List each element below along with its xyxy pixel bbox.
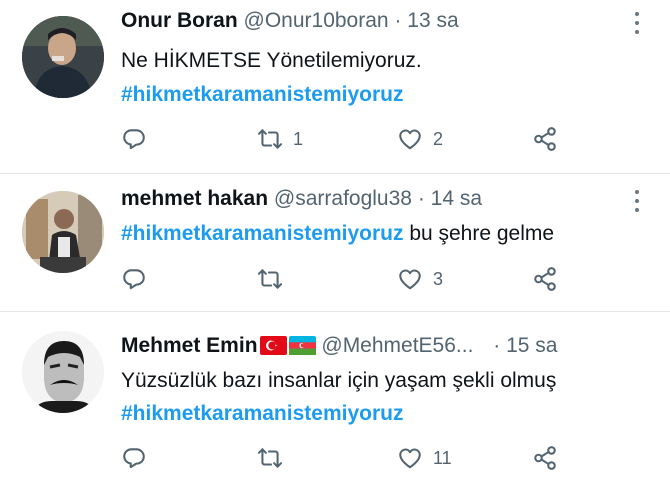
tweet-text-line: Ne HİKMETSE Yönetilemiyoruz. xyxy=(121,49,422,72)
retweet-button[interactable]: 1 xyxy=(257,125,303,153)
azerbaijan-flag xyxy=(288,336,316,355)
like-icon xyxy=(399,129,421,150)
tweet-header: mehmet hakan @sarrafoglu38 · 14 sa xyxy=(121,187,482,211)
like-icon xyxy=(399,269,421,290)
reply-button[interactable] xyxy=(121,125,157,153)
retweet-icon xyxy=(257,269,283,289)
hashtag-link[interactable]: #hikmetkaramanistemiyoruz xyxy=(121,83,403,106)
like-count: 3 xyxy=(433,268,444,289)
tweet-header: Onur Boran @Onur10boran · 13 sa xyxy=(121,9,459,33)
share-icon xyxy=(534,267,556,291)
like-button[interactable]: 3 xyxy=(397,265,443,293)
share-button[interactable] xyxy=(532,125,558,153)
tweet-text-line: Yüzsüzlük bazı insanlar için yaşam şekli… xyxy=(121,369,557,392)
reply-icon xyxy=(123,129,145,150)
tweet-actions: 3 xyxy=(121,265,561,293)
tweet-text: #hikmetkaramanistemiyoruz bu şehre gelme xyxy=(121,218,554,250)
tweet-text: Yüzsüzlük bazı insanlar için yaşam şekli… xyxy=(121,365,556,397)
tweet-actions: 1 2 xyxy=(121,125,561,153)
reply-button[interactable] xyxy=(121,265,157,293)
more-options-icon[interactable] xyxy=(630,189,644,213)
like-count: 11 xyxy=(433,447,452,468)
reply-icon xyxy=(123,448,145,469)
retweet-icon xyxy=(257,448,283,468)
share-icon xyxy=(534,127,556,151)
tweet-hashtag-line: #hikmetkaramanistemiyoruz xyxy=(121,79,403,111)
reply-button[interactable] xyxy=(121,444,157,472)
hashtag-link[interactable]: #hikmetkaramanistemiyoruz xyxy=(121,222,403,245)
like-icon xyxy=(399,448,421,469)
turkey-flag xyxy=(259,336,287,355)
separator-dot: · xyxy=(394,9,402,32)
display-name[interactable]: Onur Boran xyxy=(121,9,238,32)
retweet-count: 1 xyxy=(293,128,304,149)
share-button[interactable] xyxy=(532,444,558,472)
more-options-icon[interactable] xyxy=(630,11,644,35)
timestamp[interactable]: 14 sa xyxy=(431,187,482,210)
tweet-header: Mehmet Emin @MehmetE56... · 15 sa xyxy=(121,334,557,358)
like-button[interactable]: 2 xyxy=(397,125,443,153)
avatar[interactable] xyxy=(22,331,104,413)
retweet-icon xyxy=(257,129,283,149)
tweet-1[interactable]: Onur Boran @Onur10boran · 13 sa Ne HİKME… xyxy=(0,0,670,173)
tweet-2[interactable]: mehmet hakan @sarrafoglu38 · 14 sa #hikm… xyxy=(0,174,670,311)
retweet-button[interactable] xyxy=(257,265,293,293)
tweet-3[interactable]: Mehmet Emin @MehmetE56... · 15 sa Yüzsüz… xyxy=(0,312,670,491)
timestamp[interactable]: 13 sa xyxy=(407,9,458,32)
retweet-button[interactable] xyxy=(257,444,293,472)
hashtag-link[interactable]: #hikmetkaramanistemiyoruz xyxy=(121,402,403,425)
username[interactable]: @MehmetE56... xyxy=(321,334,473,357)
tweet-text-line: bu şehre gelme xyxy=(409,222,555,245)
separator-dot: · xyxy=(417,187,425,210)
avatar[interactable] xyxy=(22,191,104,273)
timestamp[interactable]: 15 sa xyxy=(506,334,557,357)
like-count: 2 xyxy=(433,128,444,149)
share-icon xyxy=(534,446,556,470)
avatar[interactable] xyxy=(22,16,104,98)
tweet-hashtag-line: #hikmetkaramanistemiyoruz xyxy=(121,398,403,430)
tweet-actions: 11 xyxy=(121,444,561,472)
username[interactable]: @Onur10boran xyxy=(244,9,389,32)
tweet-text: Ne HİKMETSE Yönetilemiyoruz. xyxy=(121,45,422,77)
username[interactable]: @sarrafoglu38 xyxy=(274,187,412,210)
share-button[interactable] xyxy=(532,265,558,293)
separator-dot: · xyxy=(493,334,501,357)
display-name[interactable]: mehmet hakan xyxy=(121,187,268,210)
display-name[interactable]: Mehmet Emin xyxy=(121,334,258,357)
reply-icon xyxy=(123,269,145,290)
like-button[interactable]: 11 xyxy=(397,444,452,472)
